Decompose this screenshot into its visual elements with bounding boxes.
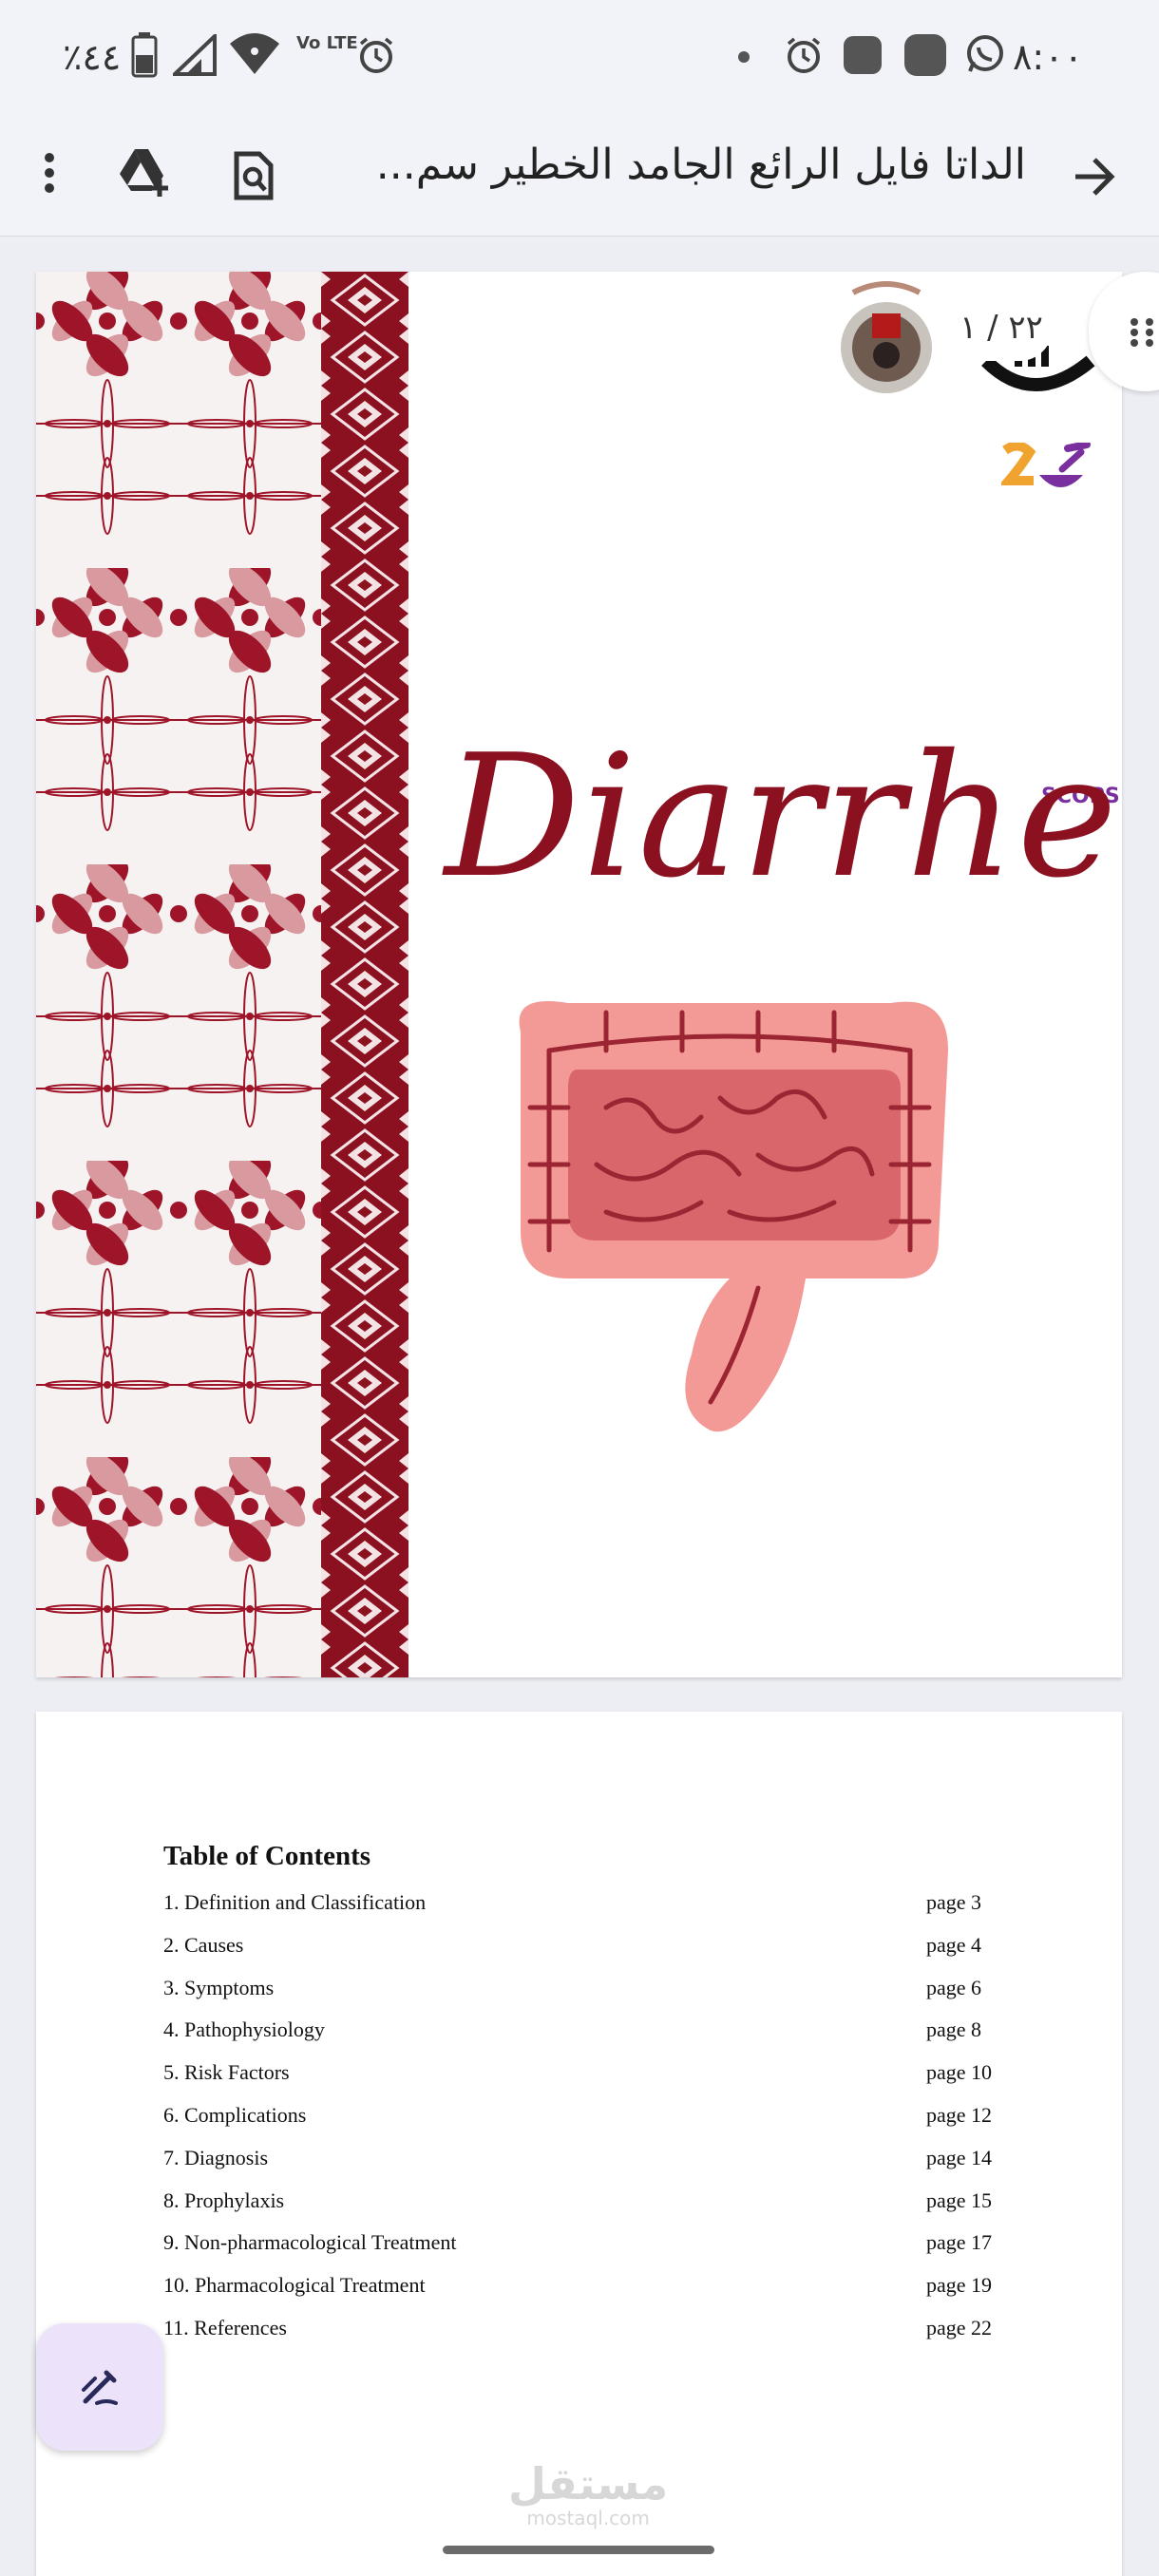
floral-pattern [36,272,321,1677]
toc-entry-label: 1. Definition and Classification [163,1890,427,1914]
toc-row[interactable]: 4. Pathophysiology page 8 [163,2017,1028,2055]
pdf-page-cover: SCOPS Diarrhea [36,272,1122,1677]
whatsapp-icon [965,34,1005,78]
toc-entry-page: page 4 [926,1932,982,1957]
intestine-illustration [492,994,967,1453]
toc-entry-label: 6. Complications [163,2103,307,2127]
toc-title: Table of Contents [163,1841,371,1871]
signal-icon [170,31,217,80]
toc-row[interactable]: 6. Complications page 12 [163,2103,1028,2141]
drag-handle-icon [1130,318,1153,347]
clock: ٨:٠٠ [1013,36,1084,78]
find-in-page-icon[interactable] [220,142,287,209]
toc-row[interactable]: 3. Symptoms page 6 [163,1976,1028,2014]
page-indicator: ٢٢ / ١ [950,294,1053,361]
toc-entry-page: page 3 [926,1890,982,1914]
toc-row[interactable]: 9. Non-pharmacological Treatment page 17 [163,2230,1028,2268]
toc-entry-page: page 10 [926,2060,993,2085]
toc-entry-label: 8. Prophylaxis [163,2188,285,2212]
team-logo [834,279,939,407]
toc-entry-label: 7. Diagnosis [163,2145,268,2169]
toc-entry-label: 9. Non-pharmacological Treatment [163,2230,457,2255]
toc-row[interactable]: 11. References page 22 [163,2316,1028,2354]
watermark-latin: mostaql.com [526,2507,650,2529]
geometric-band [321,272,408,1677]
alarm-icon [357,36,395,78]
watermark: مستقل mostaql.com [508,2460,668,2529]
pdf-page-toc: Table of Contents 1. Definition and Clas… [36,1712,1122,2576]
toc-row[interactable]: 10. Pharmacological Treatment page 19 [163,2273,1028,2311]
scops-logo [998,441,1096,513]
volte-icon: Vo LTE [296,33,358,53]
dot-icon [737,49,750,67]
home-indicator[interactable] [443,2546,714,2554]
watermark-arabic: مستقل [508,2458,669,2510]
battery-icon [131,32,158,82]
toc-entry-page: page 15 [926,2188,993,2212]
toc-entry-page: page 19 [926,2273,993,2298]
document-title[interactable]: الداتا فايل الرائع الجامد الخطير سم... [294,141,1026,189]
toc-entry-label: 5. Risk Factors [163,2060,290,2085]
annotate-button[interactable] [36,2323,163,2451]
toc-entry-label: 11. References [163,2316,287,2339]
toc-entry-page: page 8 [926,2017,982,2042]
cover-title: Diarrhea [445,718,1122,915]
toc-row[interactable]: 2. Causes page 4 [163,1933,1028,1971]
app-icon [904,34,946,80]
toc-entry-page: page 17 [926,2230,993,2255]
pen-edit-icon [82,2370,118,2405]
app-toolbar: الداتا فايل الرائع الجامد الخطير سم... [0,114,1159,237]
toc-row[interactable]: 8. Prophylaxis page 15 [163,2188,1028,2226]
back-arrow-icon[interactable] [1066,148,1123,205]
status-bar: ٪٤٤ Vo LTE ٨:٠٠ [0,0,1159,114]
toc-entry-label: 2. Causes [163,1932,244,1957]
toc-row[interactable]: 1. Definition and Classification page 3 [163,1890,1028,1928]
toc-entry-label: 3. Symptoms [163,1975,275,1999]
alarm-icon [785,36,823,78]
toc-entry-page: page 22 [926,2316,993,2339]
battery-percent: ٪٤٤ [63,36,122,78]
app-icon [844,36,882,78]
toc-entry-page: page 12 [926,2103,993,2127]
toc-entry-page: page 14 [926,2145,993,2169]
add-to-drive-icon[interactable] [112,139,179,205]
wifi-icon [228,30,281,80]
more-vert-icon[interactable] [28,142,70,203]
toc-entry-label: 10. Pharmacological Treatment [163,2273,426,2298]
toc-row[interactable]: 5. Risk Factors page 10 [163,2060,1028,2098]
toc-row[interactable]: 7. Diagnosis page 14 [163,2146,1028,2184]
toc-entry-page: page 6 [926,1975,982,1999]
toc-entry-label: 4. Pathophysiology [163,2017,325,2042]
